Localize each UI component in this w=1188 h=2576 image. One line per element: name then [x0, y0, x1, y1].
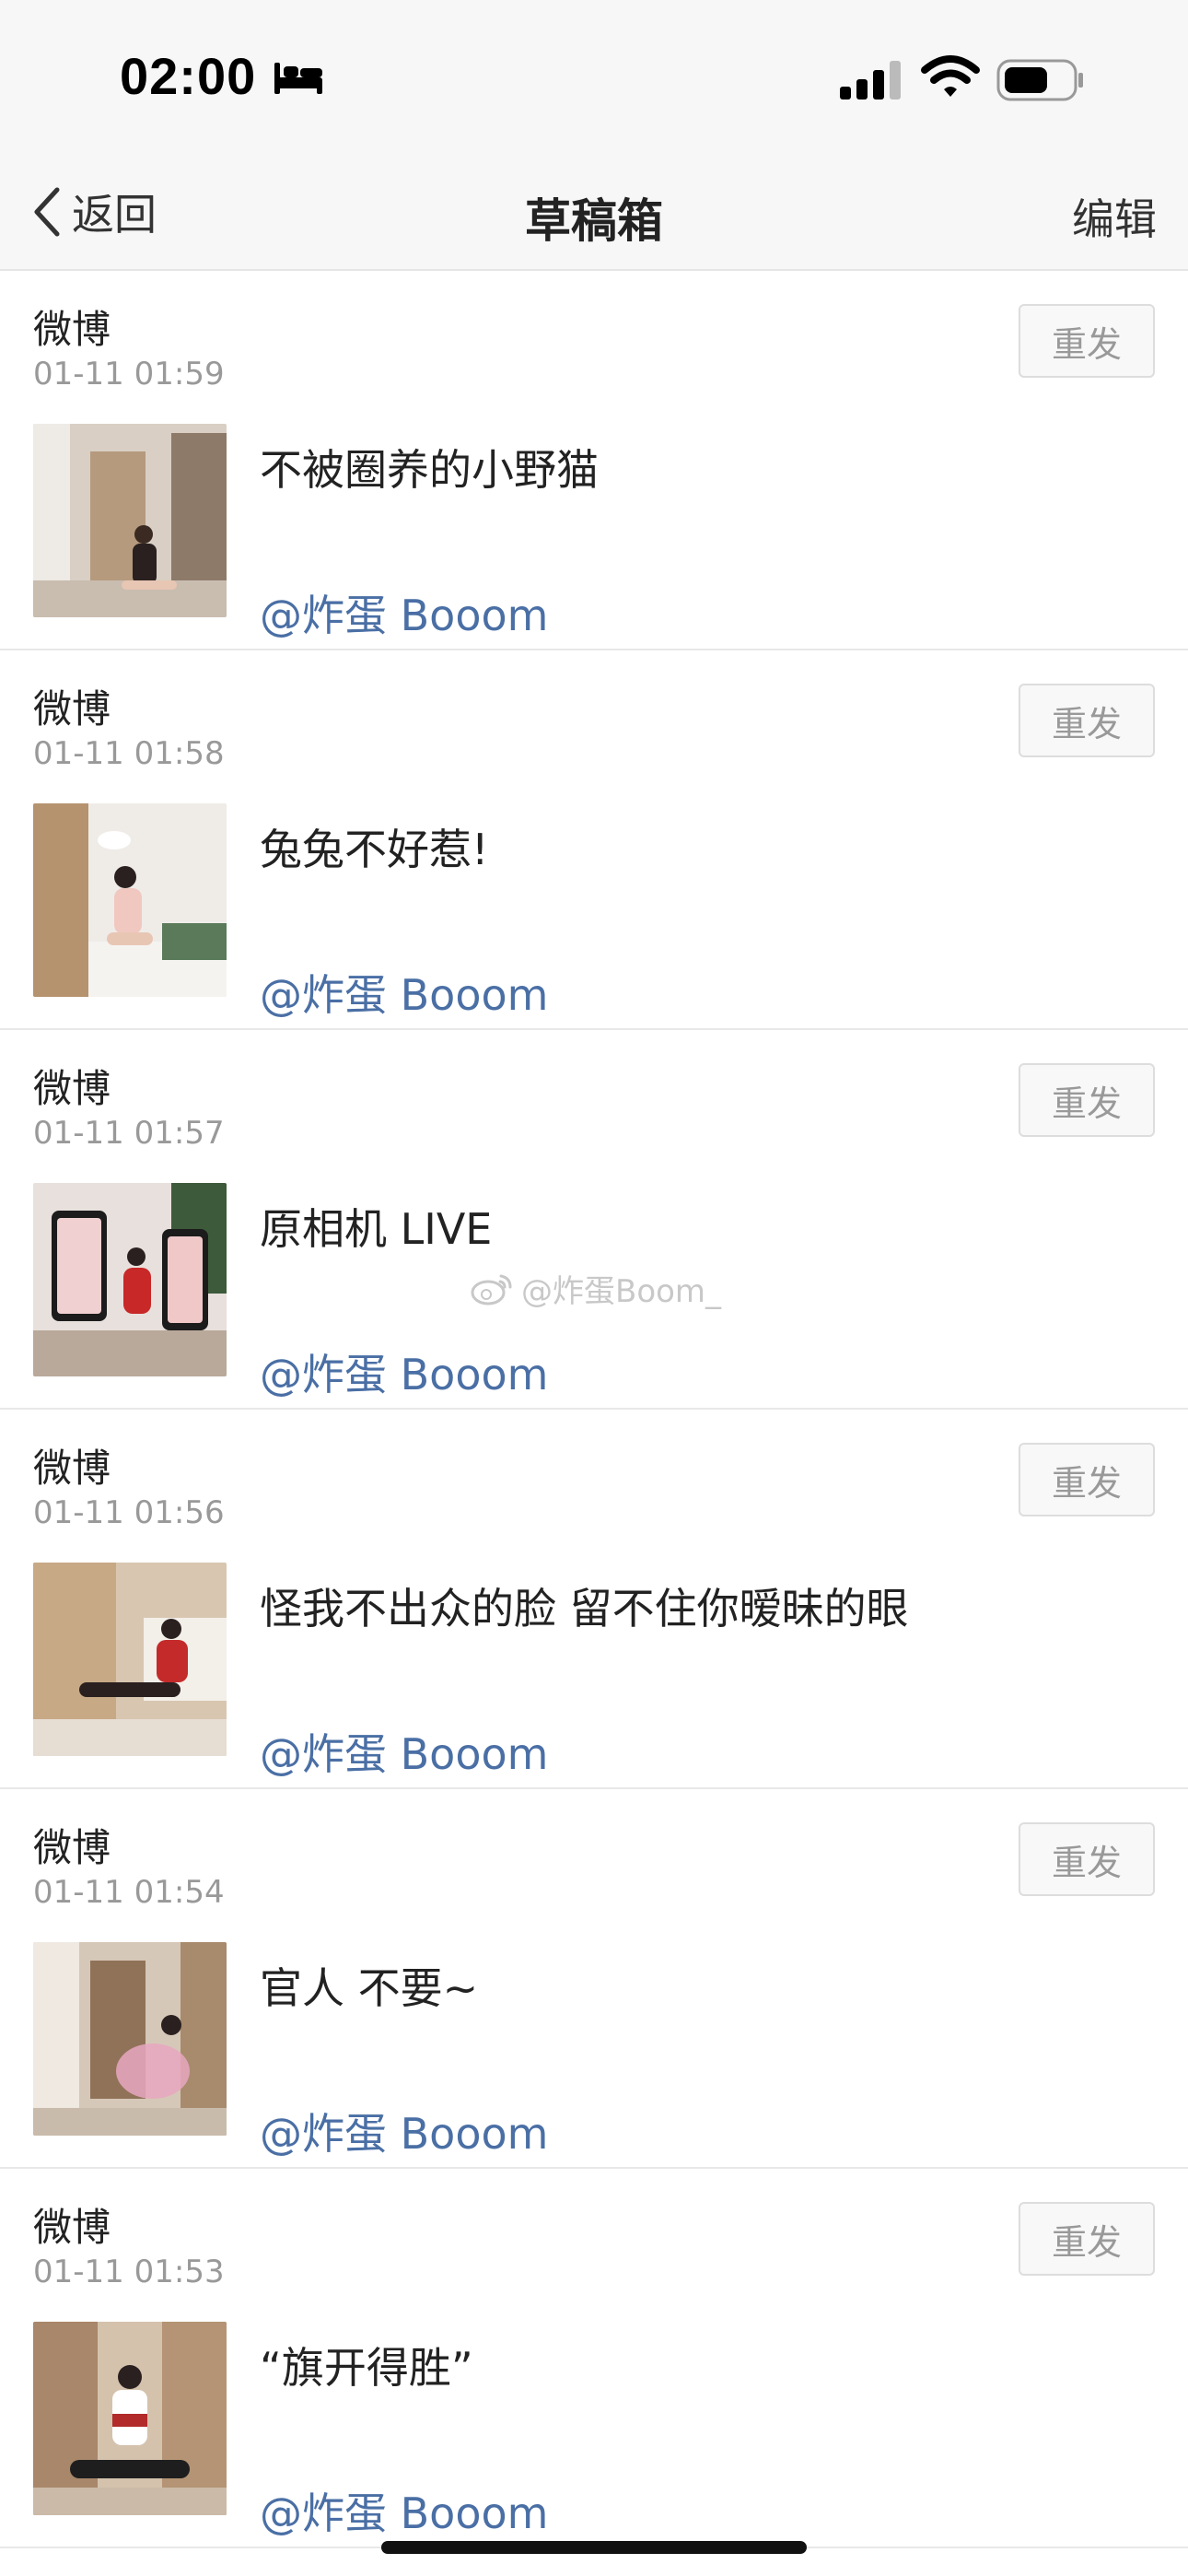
draft-source: 微博 [33, 1825, 111, 1870]
photo-thumbnail-icon [33, 1563, 227, 1756]
watermark: @炸蛋Boom_ [470, 1266, 721, 1311]
draft-thumbnail[interactable] [33, 2322, 227, 2515]
draft-mention-link[interactable]: @炸蛋 Booom [260, 2480, 548, 2541]
draft-source: 微博 [33, 2205, 111, 2250]
signal-icon [840, 61, 901, 100]
draft-mention-link[interactable]: @炸蛋 Booom [260, 962, 548, 1023]
status-bar: 02:00 [0, 0, 1188, 157]
draft-item[interactable]: 微博 01-11 01:56 重发 怪我不出众的脸 留不住你暧昧的眼 @炸蛋 B… [0, 1410, 1188, 1789]
resend-button[interactable]: 重发 [1019, 2202, 1155, 2276]
resend-button[interactable]: 重发 [1019, 1443, 1155, 1516]
draft-timestamp: 01-11 01:58 [33, 735, 225, 772]
page-title: 草稿箱 [525, 194, 663, 248]
photo-thumbnail-icon [33, 803, 227, 997]
photo-thumbnail-icon [33, 1183, 227, 1376]
draft-item[interactable]: 微博 01-11 01:53 重发 “旗开得胜” @炸蛋 Booom [0, 2169, 1188, 2548]
draft-list: 微博 01-11 01:59 重发 不被圈养的小野猫 @炸蛋 Booom 微博 … [0, 271, 1188, 2548]
nav-bar: 返回 草稿箱 编辑 [0, 157, 1188, 271]
resend-button[interactable]: 重发 [1019, 684, 1155, 757]
draft-mention-link[interactable]: @炸蛋 Booom [260, 1721, 548, 1782]
resend-button[interactable]: 重发 [1019, 1822, 1155, 1896]
draft-item[interactable]: 微博 01-11 01:58 重发 兔兔不好惹! @炸蛋 Booom [0, 650, 1188, 1030]
draft-source: 微博 [33, 1066, 111, 1111]
draft-text: 兔兔不好惹! [260, 825, 489, 874]
draft-source: 微博 [33, 1446, 111, 1491]
draft-source: 微博 [33, 307, 111, 352]
edit-button[interactable]: 编辑 [1072, 186, 1157, 247]
draft-text: “旗开得胜” [260, 2343, 473, 2393]
draft-text: 不被圈养的小野猫 [260, 445, 599, 495]
draft-timestamp: 01-11 01:53 [33, 2254, 225, 2290]
draft-thumbnail[interactable] [33, 1942, 227, 2136]
bed-icon [274, 63, 322, 94]
draft-thumbnail[interactable] [33, 424, 227, 617]
photo-thumbnail-icon [33, 2322, 227, 2515]
draft-timestamp: 01-11 01:54 [33, 1874, 225, 1911]
resend-button[interactable]: 重发 [1019, 1063, 1155, 1137]
draft-timestamp: 01-11 01:59 [33, 356, 225, 392]
draft-thumbnail[interactable] [33, 803, 227, 997]
resend-button[interactable]: 重发 [1019, 304, 1155, 378]
draft-thumbnail[interactable] [33, 1183, 227, 1376]
battery-icon [996, 59, 1083, 101]
draft-mention-link[interactable]: @炸蛋 Booom [260, 1341, 548, 1402]
draft-item[interactable]: 微博 01-11 01:57 重发 原相机 LIVE @炸蛋 Booom [0, 1030, 1188, 1410]
draft-mention-link[interactable]: @炸蛋 Booom [260, 2101, 548, 2161]
weibo-logo-icon [471, 1274, 512, 1305]
home-indicator[interactable] [381, 2541, 807, 2554]
draft-text: 原相机 LIVE [260, 1204, 493, 1254]
draft-item[interactable]: 微博 01-11 01:59 重发 不被圈养的小野猫 @炸蛋 Booom [0, 271, 1188, 650]
watermark-text: @炸蛋Boom_ [521, 1273, 722, 1310]
draft-mention-link[interactable]: @炸蛋 Booom [260, 582, 548, 643]
status-time: 02:00 [120, 47, 257, 105]
draft-source: 微博 [33, 686, 111, 732]
draft-timestamp: 01-11 01:57 [33, 1115, 225, 1152]
draft-thumbnail[interactable] [33, 1563, 227, 1756]
draft-text: 官人 不要~ [260, 1963, 479, 2013]
draft-timestamp: 01-11 01:56 [33, 1494, 225, 1531]
photo-thumbnail-icon [33, 1942, 227, 2136]
draft-item[interactable]: 微博 01-11 01:54 重发 官人 不要~ @炸蛋 Booom [0, 1789, 1188, 2169]
photo-thumbnail-icon [33, 424, 227, 617]
wifi-icon [921, 55, 980, 97]
draft-text: 怪我不出众的脸 留不住你暧昧的眼 [260, 1584, 909, 1633]
